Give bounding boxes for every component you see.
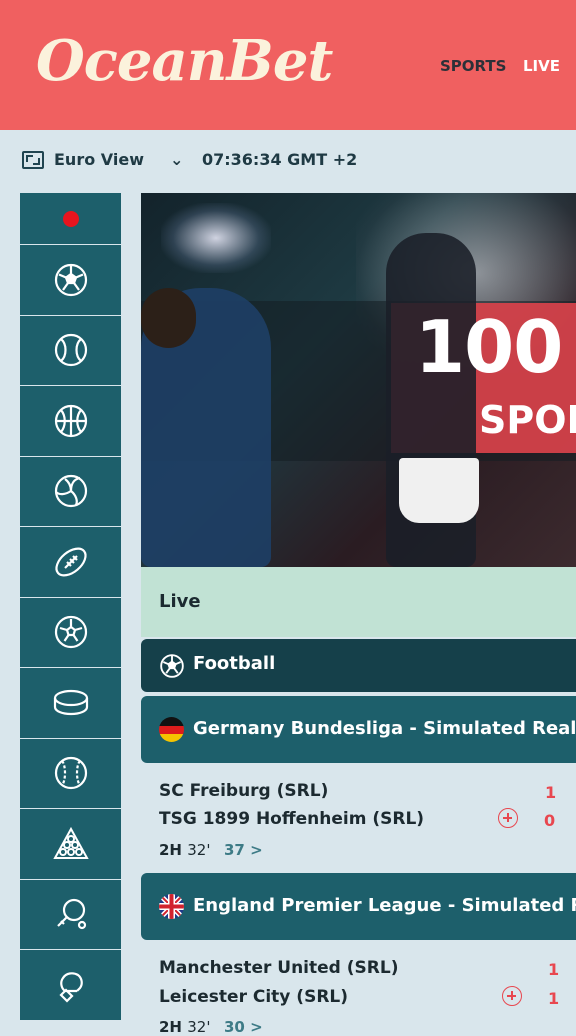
volleyball-icon bbox=[54, 475, 87, 508]
sidebar-item-american-football[interactable] bbox=[20, 527, 121, 598]
american-football-icon bbox=[54, 547, 87, 577]
sidebar-item-basketball[interactable] bbox=[20, 386, 121, 457]
sidebar-item-baseball[interactable] bbox=[20, 738, 121, 809]
tennis-ball-icon bbox=[54, 334, 87, 367]
home-team: Manchester United (SRL) bbox=[159, 958, 399, 978]
match-minute: 32' bbox=[187, 841, 211, 859]
away-score: 0 bbox=[544, 811, 556, 830]
tennis-skirt-image bbox=[399, 458, 479, 523]
soccer-ball-icon bbox=[54, 263, 87, 296]
table-tennis-icon bbox=[56, 899, 86, 930]
more-markets-link[interactable]: 37 > bbox=[224, 841, 263, 859]
view-mode-label[interactable]: Euro View bbox=[54, 150, 144, 169]
promo-banner[interactable]: 100 SPOR bbox=[141, 193, 576, 567]
league-name: England Premier League - Simulated Reali… bbox=[193, 895, 576, 916]
futsal-ball-icon bbox=[54, 616, 87, 649]
nav-live[interactable]: LIVE bbox=[523, 57, 560, 75]
home-team: SC Freiburg (SRL) bbox=[159, 781, 329, 801]
top-header: OceanBet SPORTS LIVE bbox=[0, 0, 576, 130]
sidebar-item-football[interactable] bbox=[20, 245, 121, 316]
match-period: 2H bbox=[159, 841, 182, 859]
nav-sports[interactable]: SPORTS bbox=[440, 57, 506, 75]
sidebar-item-ice-hockey[interactable] bbox=[20, 668, 121, 739]
match-minute: 32' bbox=[187, 1018, 211, 1036]
add-bet-icon[interactable] bbox=[502, 986, 522, 1006]
live-section-header: Live bbox=[141, 567, 576, 637]
more-markets-link[interactable]: 30 > bbox=[224, 1018, 263, 1036]
uk-flag-icon bbox=[159, 894, 184, 919]
football-helmet-image bbox=[141, 288, 196, 348]
away-team: TSG 1899 Hoffenheim (SRL) bbox=[159, 809, 425, 829]
view-mode-icon[interactable] bbox=[22, 151, 44, 169]
away-team: Leicester City (SRL) bbox=[159, 987, 349, 1007]
match-time: 2H 32' bbox=[159, 841, 210, 859]
league-header[interactable]: England Premier League - Simulated Reali… bbox=[141, 873, 576, 940]
sidebar-item-live[interactable] bbox=[20, 193, 121, 245]
away-score: 1 bbox=[548, 989, 560, 1008]
ice-hockey-puck-icon bbox=[53, 689, 88, 715]
baseball-icon bbox=[54, 757, 87, 790]
chevron-down-icon[interactable]: ⌄ bbox=[170, 150, 183, 169]
sport-header-football[interactable]: Football bbox=[141, 639, 576, 692]
soccer-ball-icon bbox=[160, 654, 184, 678]
banner-headline: 100 bbox=[415, 305, 563, 389]
home-score: 1 bbox=[548, 960, 560, 979]
sidebar-item-tennis[interactable] bbox=[20, 315, 121, 386]
oceanbet-logo[interactable]: OceanBet bbox=[36, 28, 333, 94]
add-bet-icon[interactable] bbox=[498, 808, 518, 828]
sports-sidebar bbox=[20, 193, 121, 1021]
sport-name: Football bbox=[193, 653, 276, 674]
sidebar-item-volleyball[interactable] bbox=[20, 456, 121, 527]
league-header[interactable]: Germany Bundesliga - Simulated Reality bbox=[141, 696, 576, 763]
live-dot-icon bbox=[62, 210, 79, 227]
main-content: 100 SPOR Live Football Germany Bundeslig… bbox=[141, 193, 576, 1036]
sidebar-item-snooker[interactable] bbox=[20, 809, 121, 880]
match-row[interactable]: Manchester United (SRL) Leicester City (… bbox=[141, 940, 576, 1036]
live-section-title: Live bbox=[159, 591, 201, 612]
sidebar-item-futsal[interactable] bbox=[20, 597, 121, 668]
match-row[interactable]: SC Freiburg (SRL) TSG 1899 Hoffenheim (S… bbox=[141, 763, 576, 869]
league-name: Germany Bundesliga - Simulated Reality bbox=[193, 718, 576, 739]
basketball-icon bbox=[54, 404, 87, 437]
match-period: 2H bbox=[159, 1018, 182, 1036]
banner-subline: SPOR bbox=[479, 398, 576, 442]
clock-display: 07:36:34 GMT +2 bbox=[202, 150, 358, 169]
boxing-glove-icon bbox=[58, 971, 83, 1003]
home-score: 1 bbox=[545, 783, 557, 802]
sidebar-item-boxing[interactable] bbox=[20, 950, 121, 1021]
snooker-balls-icon bbox=[52, 826, 89, 859]
sidebar-item-table-tennis[interactable] bbox=[20, 879, 121, 950]
stadium-light bbox=[161, 203, 271, 273]
match-time: 2H 32' bbox=[159, 1018, 210, 1036]
germany-flag-icon bbox=[159, 717, 184, 742]
